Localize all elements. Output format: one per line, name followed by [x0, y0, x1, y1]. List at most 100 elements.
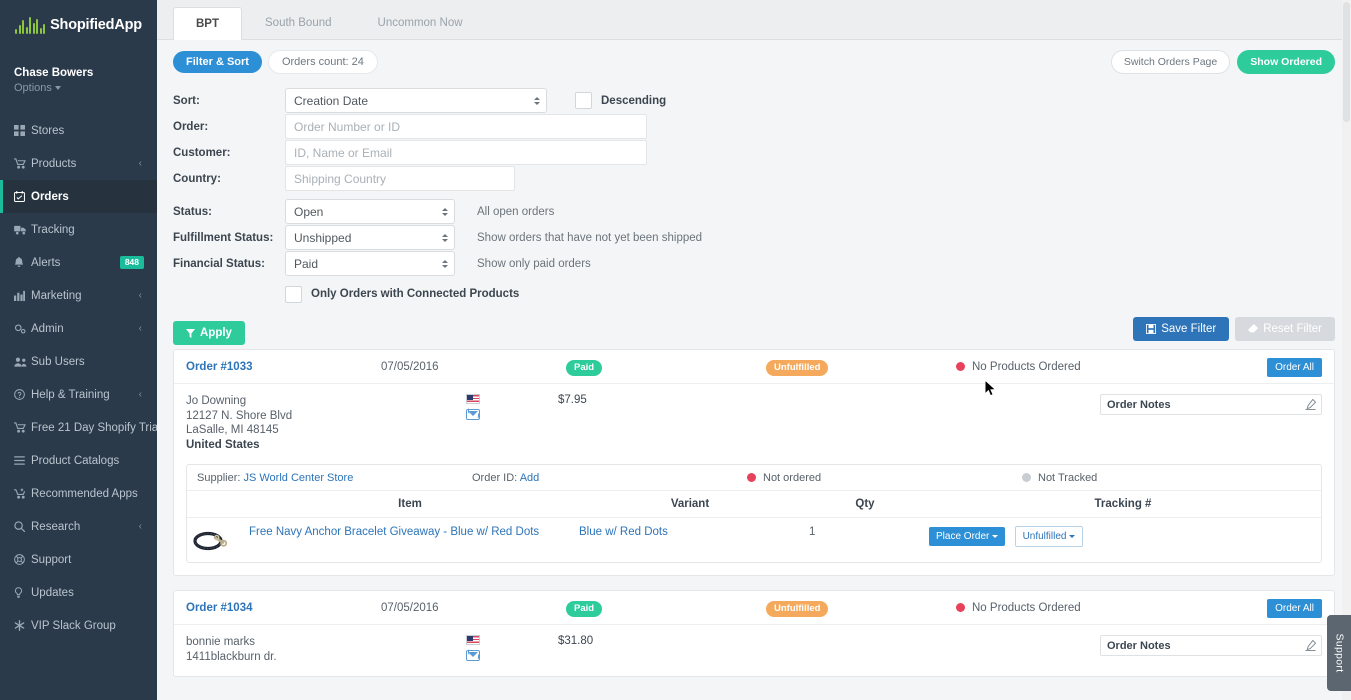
status-select[interactable]: Open — [285, 199, 455, 224]
order-notes-box[interactable]: Order Notes — [1100, 635, 1322, 656]
tab-south-bound[interactable]: South Bound — [242, 6, 355, 39]
user-options-toggle[interactable]: Options — [14, 82, 157, 94]
filter-sort-button[interactable]: Filter & Sort — [173, 51, 262, 73]
filter-row-status: Status: Open All open orders — [173, 199, 1335, 224]
supplier-header: Supplier: JS World Center Store Order ID… — [187, 465, 1321, 491]
order-all-button[interactable]: Order All — [1267, 358, 1322, 377]
order-header: Order #1033 07/05/2016 Paid Unfulfilled … — [174, 350, 1334, 384]
switch-orders-page-button[interactable]: Switch Orders Page — [1110, 50, 1231, 74]
status-dot-red-icon — [747, 473, 756, 482]
sidebar-item-free-21-day-shopify-trial[interactable]: Free 21 Day Shopify Trial — [0, 411, 157, 444]
product-tracking-cell: Place Order Unfulfilled — [925, 518, 1321, 563]
sidebar-item-label: Tracking — [31, 223, 75, 236]
fulfillment-select[interactable]: Unshipped — [285, 225, 455, 250]
sidebar-item-stores[interactable]: Stores — [0, 114, 157, 147]
order-number-link[interactable]: Order #1033 — [186, 361, 253, 373]
apply-button[interactable]: Apply — [173, 321, 245, 345]
sidebar-item-label: Orders — [31, 190, 69, 203]
product-item-link[interactable]: Free Navy Anchor Bracelet Giveaway - Blu… — [249, 526, 539, 538]
sidebar-item-products[interactable]: Products ‹ — [0, 147, 157, 180]
support-tab[interactable]: Support — [1327, 615, 1351, 691]
order-notes-wrap: Order Notes — [1100, 394, 1322, 415]
tab-bpt[interactable]: BPT — [173, 7, 242, 40]
place-order-button[interactable]: Place Order — [929, 527, 1006, 546]
customer-input[interactable] — [285, 140, 647, 165]
cart-plus-icon — [14, 488, 31, 499]
supplier-name-cell: Supplier: JS World Center Store — [197, 471, 354, 484]
filter-panel: Sort: Creation Date Descending Order: Cu… — [157, 80, 1351, 306]
edit-icon[interactable] — [1305, 639, 1317, 654]
col-header-qty: Qty — [805, 491, 925, 518]
bar-chart-icon — [14, 290, 31, 301]
reset-filter-button[interactable]: Reset Filter — [1235, 317, 1335, 341]
sidebar-item-research[interactable]: Research ‹ — [0, 510, 157, 543]
save-filter-button[interactable]: Save Filter — [1133, 317, 1230, 341]
page-scrollbar[interactable] — [1342, 0, 1351, 700]
edit-icon[interactable] — [1305, 398, 1317, 413]
status-badge-unfulfilled: Unfulfilled — [766, 359, 829, 377]
filter-row-financial: Financial Status: Paid Show only paid or… — [173, 251, 1335, 276]
connected-products-checkbox[interactable] — [285, 285, 302, 303]
sidebar-item-label: Support — [31, 553, 72, 566]
product-variant-cell: Blue w/ Red Dots — [575, 518, 805, 563]
tab-uncommon-now[interactable]: Uncommon Now — [355, 6, 486, 39]
products-ordered-text: No Products Ordered — [972, 601, 1081, 614]
sidebar-item-marketing[interactable]: Marketing ‹ — [0, 279, 157, 312]
users-icon — [14, 357, 31, 367]
descending-checkbox[interactable] — [575, 92, 592, 109]
product-thumbnail-cell — [187, 518, 245, 563]
sidebar-item-product-catalogs[interactable]: Product Catalogs — [0, 444, 157, 477]
financial-select[interactable]: Paid — [285, 251, 455, 276]
payment-status: Paid — [566, 357, 766, 377]
address-line-1: 1411blackburn dr. — [186, 650, 277, 663]
order-number-link[interactable]: Order #1034 — [186, 602, 253, 614]
sidebar-item-tracking[interactable]: Tracking — [0, 213, 157, 246]
alerts-badge: 848 — [119, 255, 144, 270]
brand-logo[interactable]: ShopifiedApp — [0, 0, 157, 46]
grid-icon — [14, 125, 31, 136]
supplier-order-id-cell: Order ID: Add — [472, 471, 540, 484]
order-notes-label: Order Notes — [1107, 398, 1171, 411]
sidebar-item-vip-slack-group[interactable]: VIP Slack Group — [0, 609, 157, 642]
order-number[interactable]: Order #1034 — [186, 602, 381, 614]
asterisk-icon — [14, 620, 31, 631]
product-item-cell: Free Navy Anchor Bracelet Giveaway - Blu… — [245, 518, 575, 563]
order-id-add-link[interactable]: Add — [520, 472, 540, 484]
chevron-down-icon — [54, 86, 61, 91]
col-header-tracking: Tracking # — [925, 491, 1321, 518]
show-ordered-button[interactable]: Show Ordered — [1237, 50, 1335, 74]
product-variant-link[interactable]: Blue w/ Red Dots — [579, 526, 668, 538]
sidebar-item-support[interactable]: Support — [0, 543, 157, 576]
sidebar-item-recommended-apps[interactable]: Recommended Apps — [0, 477, 157, 510]
order-card: Order #1033 07/05/2016 Paid Unfulfilled … — [173, 349, 1335, 576]
scrollbar-thumb[interactable] — [1343, 2, 1350, 122]
sidebar-item-updates[interactable]: Updates — [0, 576, 157, 609]
order-body: bonnie marks 1411blackburn dr. $31.80 Or… — [174, 625, 1334, 676]
order-number[interactable]: Order #1033 — [186, 361, 381, 373]
shipping-address: bonnie marks 1411blackburn dr. — [186, 635, 466, 664]
sidebar-item-label: Research — [31, 520, 81, 533]
fulfillment-dropdown-button[interactable]: Unfulfilled — [1014, 526, 1084, 547]
sort-select[interactable]: Creation Date — [285, 88, 547, 113]
status-badge-paid: Paid — [566, 600, 603, 618]
email-icon[interactable] — [466, 409, 480, 420]
email-icon[interactable] — [466, 650, 480, 661]
sidebar-item-sub-users[interactable]: Sub Users — [0, 345, 157, 378]
sidebar-item-orders[interactable]: Orders — [0, 180, 157, 213]
sidebar-item-help-training[interactable]: Help & Training ‹ — [0, 378, 157, 411]
product-thumbnail[interactable] — [191, 526, 231, 554]
question-icon — [14, 389, 31, 400]
supplier-link[interactable]: JS World Center Store — [243, 472, 353, 484]
order-notes-box[interactable]: Order Notes — [1100, 394, 1322, 415]
cart-icon — [14, 158, 31, 169]
order-all-button[interactable]: Order All — [1267, 599, 1322, 618]
country-input[interactable] — [285, 166, 515, 191]
descending-label: Descending — [601, 94, 667, 107]
sidebar-item-label: Admin — [31, 322, 64, 335]
order-input[interactable] — [285, 114, 647, 139]
us-flag-icon — [466, 635, 480, 645]
sidebar-item-admin[interactable]: Admin ‹ — [0, 312, 157, 345]
chevron-left-icon: ‹ — [138, 520, 142, 532]
sidebar-item-alerts[interactable]: Alerts 848 — [0, 246, 157, 279]
connected-products-label: Only Orders with Connected Products — [311, 288, 520, 300]
